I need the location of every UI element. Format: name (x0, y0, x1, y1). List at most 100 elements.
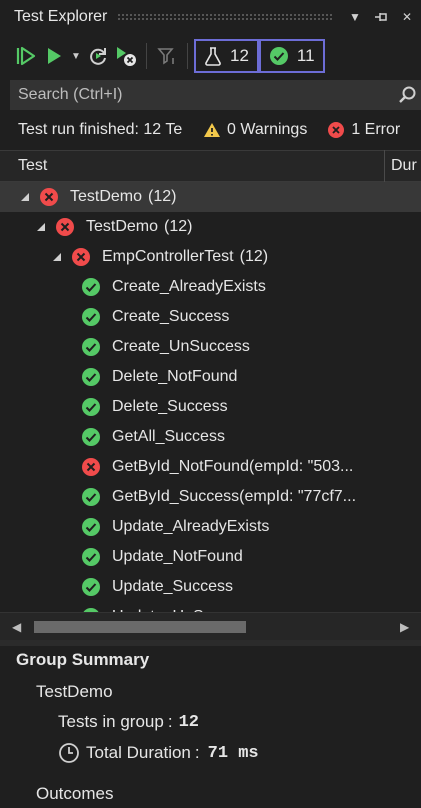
passed-icon (80, 486, 102, 508)
total-duration-value: 71 ms (207, 743, 259, 763)
test-name: GetById_Success(empId: "77cf7... (112, 488, 357, 505)
failed-icon (38, 186, 60, 208)
passed-icon (80, 396, 102, 418)
passed-icon (80, 426, 102, 448)
passed-icon (80, 546, 102, 568)
test-row[interactable]: Create_AlreadyExists (0, 272, 421, 302)
column-duration[interactable]: Dur (391, 157, 417, 175)
search-icon[interactable] (395, 86, 421, 104)
dropdown-arrow-icon[interactable]: ▼ (343, 5, 367, 29)
test-row[interactable]: Update_AlreadyExists (0, 512, 421, 542)
passed-icon (80, 306, 102, 328)
colon: : (167, 712, 173, 731)
total-tests-counter[interactable]: 12 (194, 39, 259, 73)
test-row[interactable]: Create_Success (0, 302, 421, 332)
passed-tests-counter[interactable]: 11 (258, 39, 325, 73)
test-count: (12) (164, 218, 193, 235)
scrollbar-thumb[interactable] (34, 621, 246, 633)
run-button[interactable] (40, 41, 68, 71)
colon: : (194, 743, 200, 762)
test-name: TestDemo (70, 188, 143, 205)
test-row[interactable]: Create_UnSuccess (0, 332, 421, 362)
run-failed-tests-button[interactable] (112, 41, 140, 71)
flask-icon (205, 47, 221, 66)
horizontal-scrollbar[interactable]: ◀ ▶ (0, 612, 421, 640)
test-row[interactable]: Update_NotFound (0, 542, 421, 572)
expand-arrow-icon[interactable] (50, 252, 64, 262)
errors-text: 1 Error (351, 121, 401, 138)
test-row[interactable]: Update_Success (0, 572, 421, 602)
run-all-tests-button[interactable] (12, 41, 40, 71)
tree-group-row[interactable]: TestDemo (12) (0, 182, 421, 212)
test-name: GetById_NotFound(empId: "503... (112, 458, 354, 475)
passed-icon (80, 576, 102, 598)
test-name: Create_Success (112, 308, 230, 325)
drag-grip[interactable] (117, 13, 333, 21)
errors-summary[interactable]: 1 Error (327, 121, 400, 139)
test-name: Update_NotFound (112, 548, 243, 565)
total-count: 12 (230, 46, 249, 65)
expand-arrow-icon[interactable] (18, 192, 32, 202)
column-divider[interactable] (384, 150, 385, 182)
repeat-icon (90, 48, 106, 65)
test-row[interactable]: GetAll_Success (0, 422, 421, 452)
clock-icon (59, 743, 79, 763)
outcomes-heading: Outcomes (36, 784, 114, 803)
test-name: Update_AlreadyExists (112, 518, 270, 535)
search-box[interactable]: Search (Ctrl+I) (10, 80, 421, 110)
tests-in-group-value: 12 (178, 712, 199, 732)
group-summary-pane: Group Summary TestDemo Tests in group : … (0, 646, 421, 808)
run-status-text: Test run finished: 12 Te (18, 121, 183, 138)
test-count: (12) (239, 248, 269, 265)
warnings-summary[interactable]: 0 Warnings (203, 121, 307, 139)
test-name: Create_AlreadyExists (112, 278, 266, 295)
panel-title: Test Explorer (14, 8, 108, 25)
run-dropdown[interactable]: ▼ (68, 41, 84, 71)
search-input[interactable]: Search (Ctrl+I) (18, 86, 395, 104)
passed-icon (269, 47, 288, 65)
column-test[interactable]: Test (18, 157, 384, 175)
column-header: Test Dur (0, 150, 421, 182)
scroll-left-icon[interactable]: ◀ (12, 620, 21, 634)
repeat-last-run-button[interactable] (84, 41, 112, 71)
scroll-right-icon[interactable]: ▶ (400, 620, 409, 634)
passed-icon (80, 276, 102, 298)
tests-in-group-line: Tests in group : 12 (58, 712, 199, 732)
toolbar: ▼ 12 11 (0, 34, 421, 78)
close-icon[interactable]: ✕ (395, 5, 419, 29)
tests-in-group-label: Tests in group (58, 712, 164, 731)
failed-icon (70, 246, 92, 268)
toolbar-separator (187, 43, 188, 69)
passed-icon (80, 336, 102, 358)
expand-arrow-icon[interactable] (34, 222, 48, 232)
test-name: GetAll_Success (112, 428, 225, 445)
toolbar-separator (146, 43, 147, 69)
play-icon (48, 48, 61, 64)
chevron-down-icon: ▼ (71, 50, 81, 62)
run-status-bar: Test run finished: 12 Te 0 Warnings 1 Er… (0, 114, 421, 146)
test-name: Create_UnSuccess (112, 338, 250, 355)
pin-icon[interactable] (369, 5, 393, 29)
test-row[interactable]: Update_UnSuccess (0, 602, 421, 612)
test-tree: TestDemo (12) TestDemo (12) EmpControllerTes… (0, 182, 421, 612)
tree-group-row[interactable]: TestDemo (12) (0, 212, 421, 242)
test-row[interactable]: Delete_Success (0, 392, 421, 422)
test-name: Update_Success (112, 578, 233, 595)
warnings-text: 0 Warnings (227, 121, 308, 138)
filter-button[interactable] (153, 41, 181, 71)
test-count: (12) (148, 188, 177, 205)
run-all-icon (16, 46, 36, 66)
run-failed-icon (117, 47, 136, 66)
warning-icon (204, 123, 220, 137)
error-icon (328, 122, 345, 138)
group-summary-title: Group Summary (16, 650, 150, 669)
test-row[interactable]: Delete_NotFound (0, 362, 421, 392)
test-name: TestDemo (86, 218, 159, 235)
test-name: Delete_Success (112, 398, 228, 415)
test-row[interactable]: GetById_NotFound(empId: "503... (0, 452, 421, 482)
test-name: EmpControllerTest (102, 248, 234, 265)
test-row[interactable]: GetById_Success(empId: "77cf7... (0, 482, 421, 512)
tree-group-row[interactable]: EmpControllerTest (12) (0, 242, 421, 272)
total-duration-label: Total Duration (86, 743, 191, 762)
passed-count: 11 (296, 46, 315, 65)
